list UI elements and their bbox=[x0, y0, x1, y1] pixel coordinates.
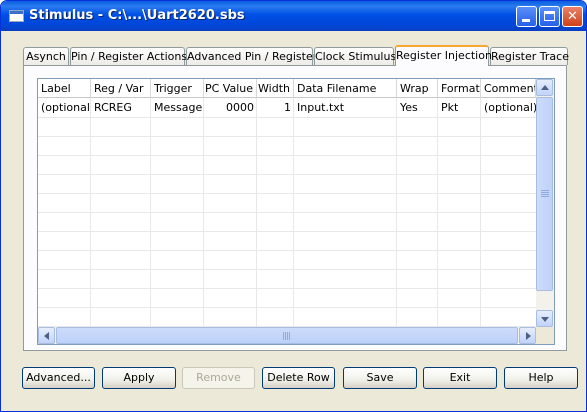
remove-button[interactable]: Remove bbox=[182, 367, 255, 389]
grid-column-line bbox=[293, 98, 294, 327]
column-header-trigger[interactable]: Trigger bbox=[151, 79, 204, 98]
grid-row-line bbox=[38, 250, 536, 251]
grip-line bbox=[541, 194, 549, 195]
close-button[interactable]: ✕ bbox=[562, 6, 583, 27]
grid-row-line bbox=[38, 155, 536, 156]
grid-row-line bbox=[38, 307, 536, 308]
scroll-up-button[interactable] bbox=[536, 79, 553, 96]
grid-column-line bbox=[256, 98, 257, 327]
stimulus-window: Stimulus - C:\...\Uart2620.sbs ✕ Asynch … bbox=[0, 0, 587, 412]
scroll-left-button[interactable] bbox=[38, 327, 55, 344]
column-header-format[interactable]: Format bbox=[438, 79, 481, 98]
grid-row-line bbox=[38, 117, 536, 118]
tab-pin-register-actions[interactable]: Pin / Register Actions bbox=[70, 47, 187, 65]
grid-row-line bbox=[38, 288, 536, 289]
apply-button[interactable]: Apply bbox=[102, 367, 176, 389]
cell-wrap[interactable]: Yes bbox=[397, 99, 438, 117]
column-header-reg-var[interactable]: Reg / Var bbox=[91, 79, 151, 98]
column-header-comments[interactable]: Comments bbox=[481, 79, 536, 98]
grid-column-line bbox=[480, 98, 481, 327]
grid-row-line bbox=[38, 269, 536, 270]
grid-row-line bbox=[38, 136, 536, 137]
column-header-data-filename[interactable]: Data Filename bbox=[294, 79, 397, 98]
column-header-width[interactable]: Width bbox=[257, 79, 294, 98]
maximize-icon bbox=[544, 11, 555, 21]
cell-reg-var[interactable]: RCREG bbox=[91, 99, 151, 117]
grip-line bbox=[541, 190, 549, 191]
help-button[interactable]: Help bbox=[504, 367, 578, 389]
grid-column-line bbox=[90, 98, 91, 327]
register-injection-grid[interactable]: Label Reg / Var Trigger PC Value Width D… bbox=[37, 78, 555, 345]
grip-line bbox=[541, 192, 549, 193]
grid-column-line bbox=[396, 98, 397, 327]
exit-button[interactable]: Exit bbox=[423, 367, 497, 389]
tab-register-trace[interactable]: Register Trace bbox=[490, 47, 569, 65]
advanced-button[interactable]: Advanced... bbox=[22, 367, 95, 389]
grip-line bbox=[289, 332, 290, 340]
scroll-down-button[interactable] bbox=[536, 310, 553, 327]
column-header-label[interactable]: Label bbox=[38, 79, 91, 98]
cell-width[interactable]: 1 bbox=[257, 99, 294, 117]
grid-row-line bbox=[38, 193, 536, 194]
tab-register-injection[interactable]: Register Injection bbox=[395, 45, 492, 66]
chevron-up-icon bbox=[541, 85, 549, 90]
scroll-right-button[interactable] bbox=[519, 327, 536, 344]
grip-line bbox=[541, 196, 549, 197]
grip-line bbox=[285, 332, 286, 340]
chevron-left-icon bbox=[44, 332, 49, 340]
maximize-button[interactable] bbox=[539, 6, 560, 27]
minimize-button[interactable] bbox=[516, 6, 537, 27]
tab-asynch[interactable]: Asynch bbox=[23, 47, 69, 65]
close-icon: ✕ bbox=[567, 9, 578, 24]
save-button[interactable]: Save bbox=[343, 367, 417, 389]
minimize-icon bbox=[522, 19, 530, 22]
column-header-pc-value[interactable]: PC Value bbox=[204, 79, 257, 98]
cell-trigger[interactable]: Message bbox=[151, 99, 204, 117]
column-header-wrap[interactable]: Wrap bbox=[397, 79, 438, 98]
cell-label[interactable]: (optional) bbox=[38, 99, 91, 117]
grid-row-line bbox=[38, 212, 536, 213]
window-icon bbox=[9, 10, 24, 22]
grid-row-line bbox=[38, 174, 536, 175]
title-bar[interactable]: Stimulus - C:\...\Uart2620.sbs ✕ bbox=[1, 1, 586, 31]
grid-column-line bbox=[203, 98, 204, 327]
grip-line bbox=[287, 332, 288, 340]
grid-column-line bbox=[150, 98, 151, 327]
cell-data-filename[interactable]: Input.txt bbox=[294, 99, 397, 117]
cell-format[interactable]: Pkt bbox=[438, 99, 481, 117]
window-title: Stimulus - C:\...\Uart2620.sbs bbox=[29, 8, 245, 23]
grid-column-line bbox=[437, 98, 438, 327]
horizontal-scroll-thumb[interactable] bbox=[56, 327, 518, 344]
tab-clock-stimulus[interactable]: Clock Stimulus bbox=[314, 47, 396, 65]
tab-advanced-pin-register[interactable]: Advanced Pin / Register bbox=[186, 47, 317, 65]
grip-line bbox=[283, 332, 284, 340]
chevron-right-icon bbox=[526, 332, 531, 340]
delete-row-button[interactable]: Delete Row bbox=[262, 367, 335, 389]
vertical-scroll-thumb[interactable] bbox=[536, 97, 553, 291]
cell-pc-value[interactable]: 0000 bbox=[204, 99, 257, 117]
horizontal-scrollbar[interactable] bbox=[38, 327, 536, 344]
scrollbar-corner bbox=[536, 327, 554, 344]
chevron-down-icon bbox=[541, 317, 549, 322]
grid-row-line bbox=[38, 231, 536, 232]
cell-comments[interactable]: (optional) bbox=[481, 99, 536, 117]
vertical-scrollbar[interactable] bbox=[536, 79, 554, 327]
